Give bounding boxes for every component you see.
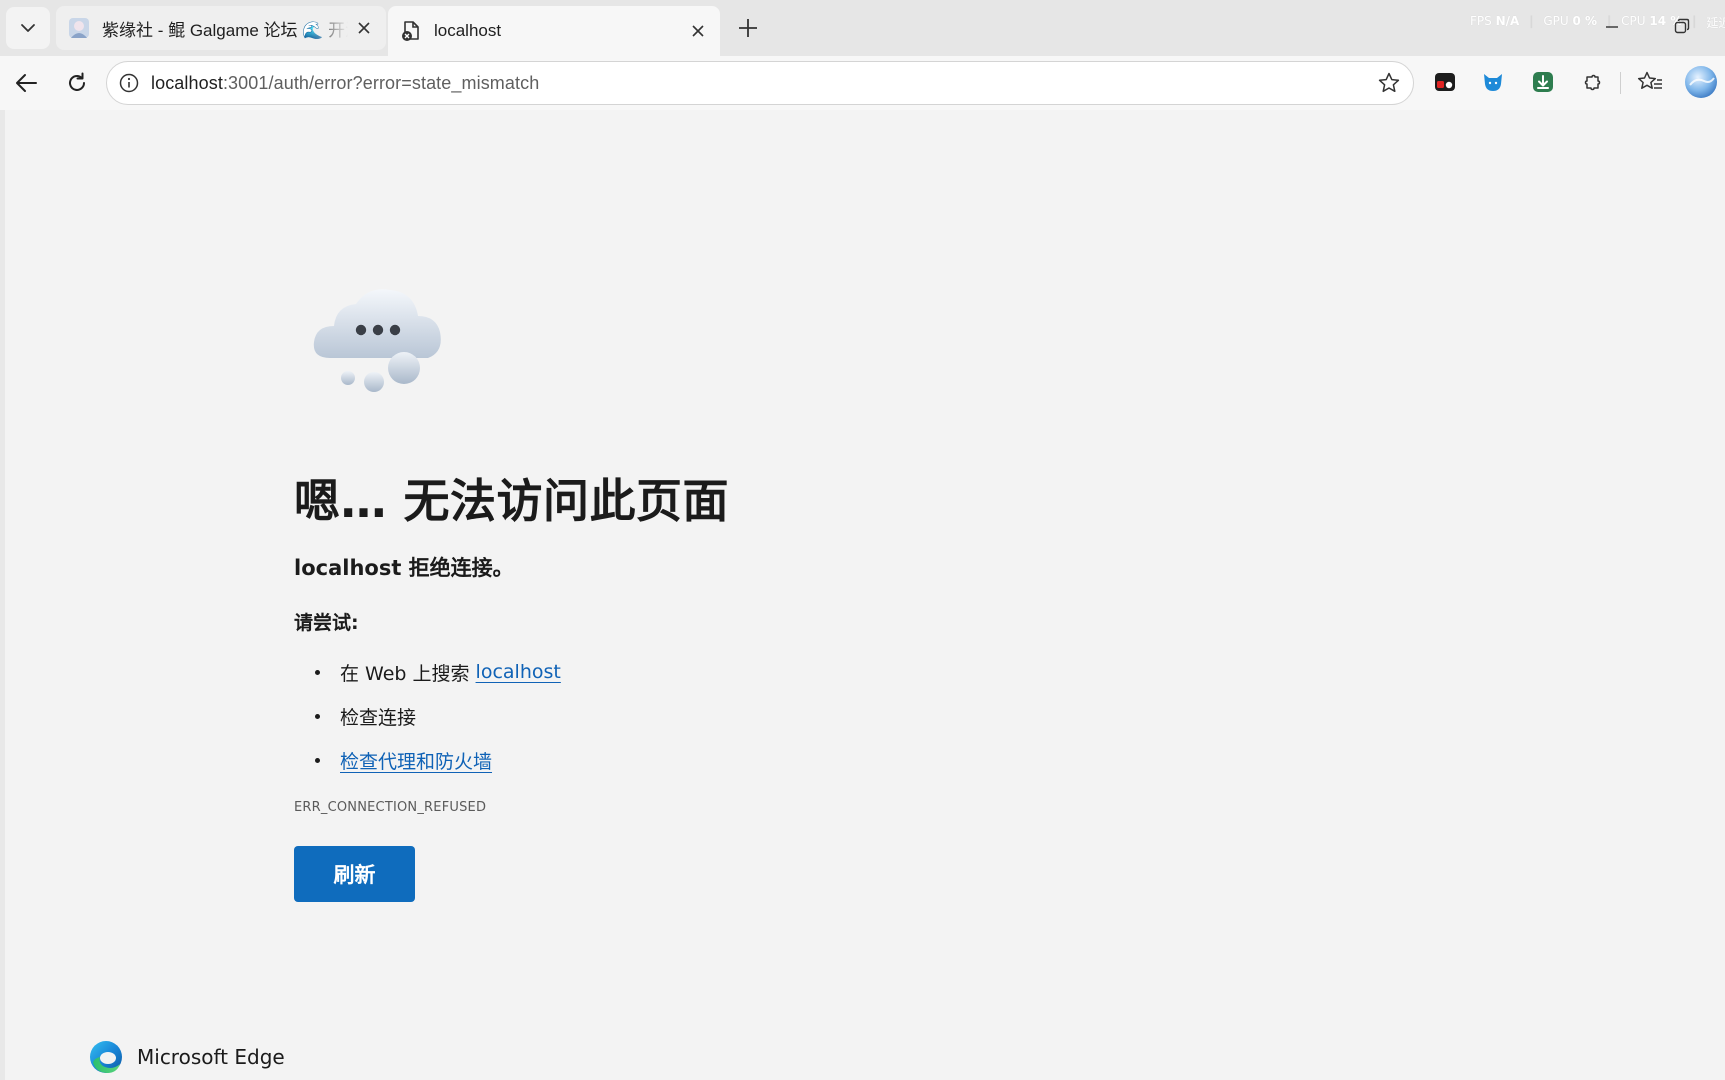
brand-footer: Microsoft Edge <box>89 1040 285 1074</box>
refresh-icon <box>69 72 85 91</box>
close-tab-icon[interactable] <box>354 18 374 38</box>
tab-title: localhost <box>434 21 502 40</box>
reload-page-button[interactable]: 刷新 <box>294 846 415 902</box>
address-bar[interactable]: localhost:3001/auth/error?error=state_mi… <box>106 61 1414 105</box>
back-button[interactable] <box>8 64 46 102</box>
url-text[interactable]: localhost:3001/auth/error?error=state_mi… <box>151 73 1375 94</box>
profile-avatar-icon[interactable] <box>1684 65 1718 99</box>
error-page: 嗯… 无法访问此页面 localhost 拒绝连接。 请尝试: 在 Web 上搜… <box>5 110 1725 1080</box>
new-tab-button[interactable] <box>728 12 768 44</box>
close-tab-icon[interactable] <box>688 21 708 41</box>
suggestion-search: 在 Web 上搜索 localhost <box>310 650 561 694</box>
site-info-icon[interactable] <box>117 71 141 95</box>
navigation-toolbar: localhost:3001/auth/error?error=state_mi… <box>0 56 1725 110</box>
page-error-icon <box>400 20 422 42</box>
suggestion-check-connection: 检查连接 <box>310 694 561 738</box>
minimize-window-button[interactable] <box>1605 18 1619 34</box>
tab-forum[interactable]: 紫缘社 - 鲲 Galgame 论坛 🌊 开源 <box>56 6 386 50</box>
latency-readout: 延迟 <box>1706 16 1725 30</box>
red-extension-icon[interactable] <box>1430 67 1460 97</box>
gpu-readout: GPU 0 % <box>1543 14 1598 28</box>
suggestion-check-proxy: 检查代理和防火墙 <box>310 738 561 782</box>
thinking-cloud-icon <box>310 280 460 400</box>
forum-avatar-icon <box>68 17 90 39</box>
suggestion-list: 在 Web 上搜索 localhost 检查连接 检查代理和防火墙 <box>310 650 561 782</box>
tab-strip: 紫缘社 - 鲲 Galgame 论坛 🌊 开源 localhost FPS N/… <box>0 0 1725 56</box>
edge-logo-icon <box>90 1041 122 1073</box>
search-web-link[interactable]: localhost <box>476 661 561 683</box>
minimize-icon <box>1606 26 1618 28</box>
try-label: 请尝试: <box>294 612 359 634</box>
tab-actions-menu-button[interactable] <box>6 7 50 49</box>
arrow-left-icon <box>16 74 37 92</box>
toolbar-divider <box>1620 72 1621 94</box>
refresh-button[interactable] <box>58 64 96 102</box>
chevron-down-icon <box>21 24 35 32</box>
plus-icon <box>739 19 757 37</box>
error-code: ERR_CONNECTION_REFUSED <box>294 800 487 815</box>
tab-title: 紫缘社 - 鲲 Galgame 论坛 🌊 开源 <box>102 20 348 40</box>
add-favorite-star-icon[interactable] <box>1375 69 1403 97</box>
blue-cat-extension-icon[interactable] <box>1478 67 1508 97</box>
fps-readout: FPS N/A <box>1470 14 1520 28</box>
error-headline: 嗯… 无法访问此页面 <box>294 474 730 528</box>
brand-name: Microsoft Edge <box>137 1045 285 1069</box>
restore-window-button[interactable] <box>1674 18 1690 34</box>
favorites-icon[interactable] <box>1635 67 1665 97</box>
puzzle-extensions-icon[interactable] <box>1578 67 1608 97</box>
restore-icon <box>1674 18 1690 34</box>
error-subheading: localhost 拒绝连接。 <box>294 556 514 580</box>
green-download-extension-icon[interactable] <box>1528 67 1558 97</box>
check-proxy-firewall-link[interactable]: 检查代理和防火墙 <box>340 747 492 774</box>
tab-localhost[interactable]: localhost <box>388 6 720 56</box>
